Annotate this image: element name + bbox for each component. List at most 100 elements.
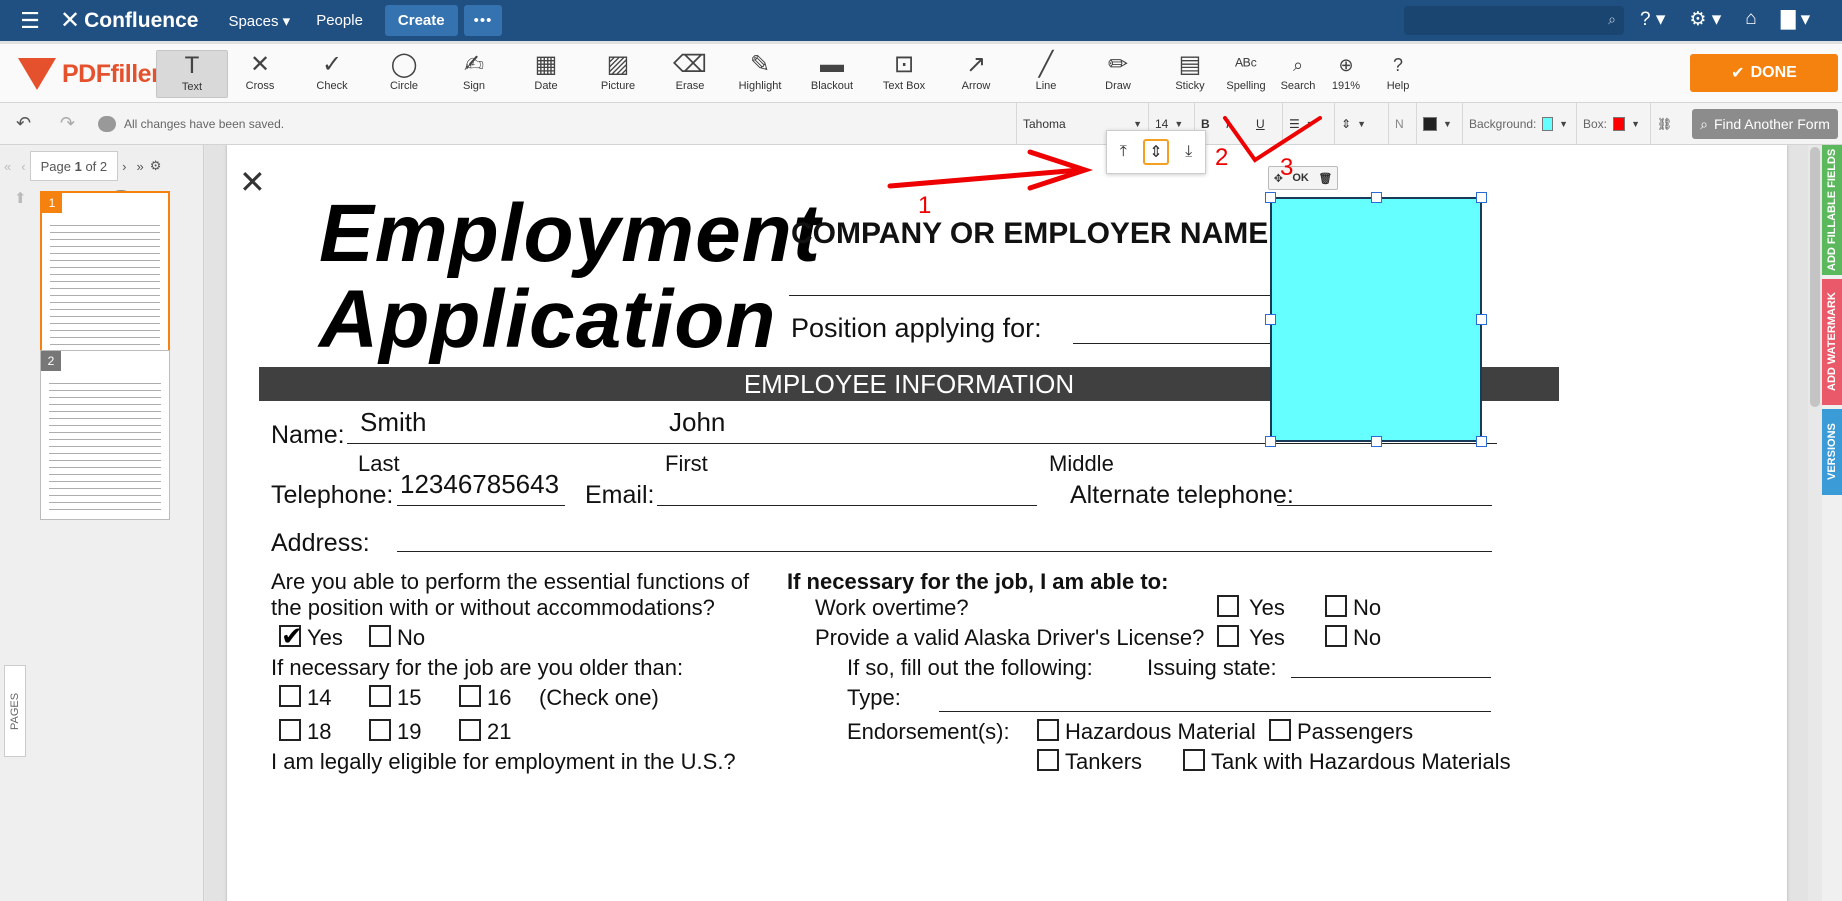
tool-label: Highlight	[738, 80, 782, 92]
resize-handle-s[interactable]	[1371, 436, 1382, 447]
link-button[interactable]: ⛓	[1650, 103, 1686, 145]
age-19-checkbox[interactable]	[369, 719, 391, 741]
align-select[interactable]: ☰ ▼	[1282, 103, 1332, 145]
resize-handle-se[interactable]	[1476, 436, 1487, 447]
essential-no-checkbox[interactable]	[369, 625, 391, 647]
page-thumbnail-1[interactable]: 1	[40, 191, 170, 361]
tool-highlight-button[interactable]: ✎ Highlight	[724, 50, 796, 98]
ok-button[interactable]: OK	[1292, 172, 1309, 184]
selected-text-box[interactable]	[1270, 197, 1482, 442]
tool-arrow-button[interactable]: ↗ Arrow	[940, 50, 1012, 98]
normal-style-button[interactable]: N	[1388, 103, 1414, 145]
tool-sticky-button[interactable]: ▤ Sticky	[1154, 50, 1226, 98]
resize-handle-sw[interactable]	[1265, 436, 1276, 447]
confluence-logo[interactable]: ✕ Confluence	[60, 6, 198, 35]
tool-picture-button[interactable]: ▨ Picture	[582, 50, 654, 98]
resize-handle-nw[interactable]	[1265, 192, 1276, 203]
align-bottom-icon[interactable]: ⤓	[1176, 139, 1202, 165]
tool-sign-button[interactable]: ✍ Sign	[438, 50, 510, 98]
resize-handle-e[interactable]	[1476, 314, 1487, 325]
box-color-select[interactable]: Box: ▼	[1576, 103, 1646, 145]
underline-button[interactable]: U	[1250, 103, 1276, 145]
add-fillable-fields-tab[interactable]: ADD FILLABLE FIELDS	[1822, 145, 1842, 275]
passengers-checkbox[interactable]	[1269, 719, 1291, 741]
age-18-checkbox[interactable]	[279, 719, 301, 741]
tool-label: Text	[181, 81, 203, 93]
tool-text-box-button[interactable]: ⊡ Text Box	[868, 50, 940, 98]
tool-circle-button[interactable]: ◯ Circle	[368, 50, 440, 98]
overtime-yes-checkbox[interactable]	[1217, 595, 1239, 617]
tool-line-button[interactable]: ╱ Line	[1010, 50, 1082, 98]
background-color-select[interactable]: Background: ▼	[1462, 103, 1574, 145]
last-name-value[interactable]: Smith	[360, 407, 426, 438]
settings-gear-icon[interactable]: ⚙	[150, 158, 162, 174]
first-page-icon[interactable]: «	[4, 159, 11, 174]
tool-label: Text Box	[882, 80, 926, 92]
age-16-checkbox[interactable]	[459, 685, 481, 707]
align-middle-icon[interactable]: ⇕	[1142, 139, 1169, 165]
text-color-select[interactable]: ▼	[1416, 103, 1460, 145]
move-up-icon[interactable]: ⬆	[14, 189, 27, 207]
menu-icon[interactable]: ☰	[0, 8, 60, 34]
age-14-checkbox[interactable]	[279, 685, 301, 707]
page-indicator[interactable]: Page 1 of 2	[29, 151, 119, 181]
page-thumbnail-2[interactable]: 2	[40, 350, 170, 520]
add-watermark-tab[interactable]: ADD WATERMARK	[1822, 279, 1842, 405]
resize-handle-ne[interactable]	[1476, 192, 1487, 203]
search-input[interactable]: ⌕	[1404, 6, 1624, 35]
create-button[interactable]: Create	[384, 5, 458, 36]
tool-help-button[interactable]: ? Help	[1372, 50, 1424, 98]
done-button[interactable]: ✔ DONE	[1690, 54, 1838, 92]
last-page-icon[interactable]: »	[136, 159, 143, 174]
more-create-button[interactable]: •••	[463, 5, 503, 36]
age-15-checkbox[interactable]	[369, 685, 391, 707]
tool-cross-button[interactable]: ✕ Cross	[224, 50, 296, 98]
tankers-checkbox[interactable]	[1037, 749, 1059, 771]
vertical-align-select[interactable]: ⇕ ▼	[1334, 103, 1386, 145]
telephone-value[interactable]: 12346785643	[400, 469, 559, 500]
tool-date-button[interactable]: ▦ Date	[510, 50, 582, 98]
spaces-menu[interactable]: Spaces ▾	[218, 6, 300, 36]
license-yes-checkbox[interactable]	[1217, 625, 1239, 647]
close-x-icon[interactable]: ✕	[239, 163, 266, 201]
canvas-scrollbar[interactable]	[1808, 145, 1822, 901]
italic-button[interactable]: I	[1220, 103, 1246, 145]
pages-tab[interactable]: PAGES	[4, 665, 26, 757]
age-21-checkbox[interactable]	[459, 719, 481, 741]
tool-search-button[interactable]: ⌕ Search	[1272, 50, 1324, 98]
age-15-label: 15	[397, 685, 422, 710]
find-another-form-button[interactable]: ⌕ Find Another Form	[1692, 109, 1838, 139]
tool-spelling-button[interactable]: ᴬᴮᶜ Spelling	[1220, 50, 1272, 98]
people-link[interactable]: People	[306, 6, 373, 35]
delete-icon[interactable]: 🗑	[1318, 172, 1332, 185]
help-menu-icon[interactable]: ? ▾	[1640, 8, 1665, 31]
align-top-icon[interactable]: ⤒	[1110, 139, 1136, 165]
settings-gear-icon[interactable]: ⚙ ▾	[1689, 8, 1721, 31]
tank-hazardous-checkbox[interactable]	[1183, 749, 1205, 771]
hazardous-checkbox[interactable]	[1037, 719, 1059, 741]
undo-icon[interactable]: ↶	[16, 113, 31, 134]
vertical-center-icon: ⇕	[1341, 117, 1352, 131]
tool-draw-button[interactable]: ✏ Draw	[1082, 50, 1154, 98]
overtime-no-checkbox[interactable]	[1325, 595, 1347, 617]
redo-icon[interactable]: ↷	[60, 113, 75, 134]
next-page-icon[interactable]: ›	[122, 159, 126, 174]
prev-page-icon[interactable]: ‹	[21, 159, 25, 174]
tool-check-button[interactable]: ✓ Check	[296, 50, 368, 98]
spelling-icon: ᴬᴮᶜ	[1235, 55, 1257, 75]
essential-yes-checkbox[interactable]	[279, 621, 303, 652]
resize-handle-n[interactable]	[1371, 192, 1382, 203]
first-name-value[interactable]: John	[669, 407, 725, 438]
resize-handle-w[interactable]	[1265, 314, 1276, 325]
license-no-checkbox[interactable]	[1325, 625, 1347, 647]
tool-blackout-button[interactable]: ▬ Blackout	[796, 50, 868, 98]
tool-label: Arrow	[961, 80, 991, 92]
user-avatar-icon[interactable]: ▇ ▾	[1781, 8, 1810, 31]
tool-191-button[interactable]: ⊕ 191%	[1320, 50, 1372, 98]
versions-tab[interactable]: VERSIONS	[1822, 409, 1842, 495]
scrollbar-thumb[interactable]	[1810, 147, 1820, 407]
notifications-icon[interactable]: ⌂	[1745, 8, 1756, 31]
tool-text-button[interactable]: T Text	[156, 50, 228, 98]
pdf-page[interactable]: ✕ Employment Application COMPANY OR EMPL…	[227, 145, 1787, 901]
tool-erase-button[interactable]: ⌫ Erase	[654, 50, 726, 98]
